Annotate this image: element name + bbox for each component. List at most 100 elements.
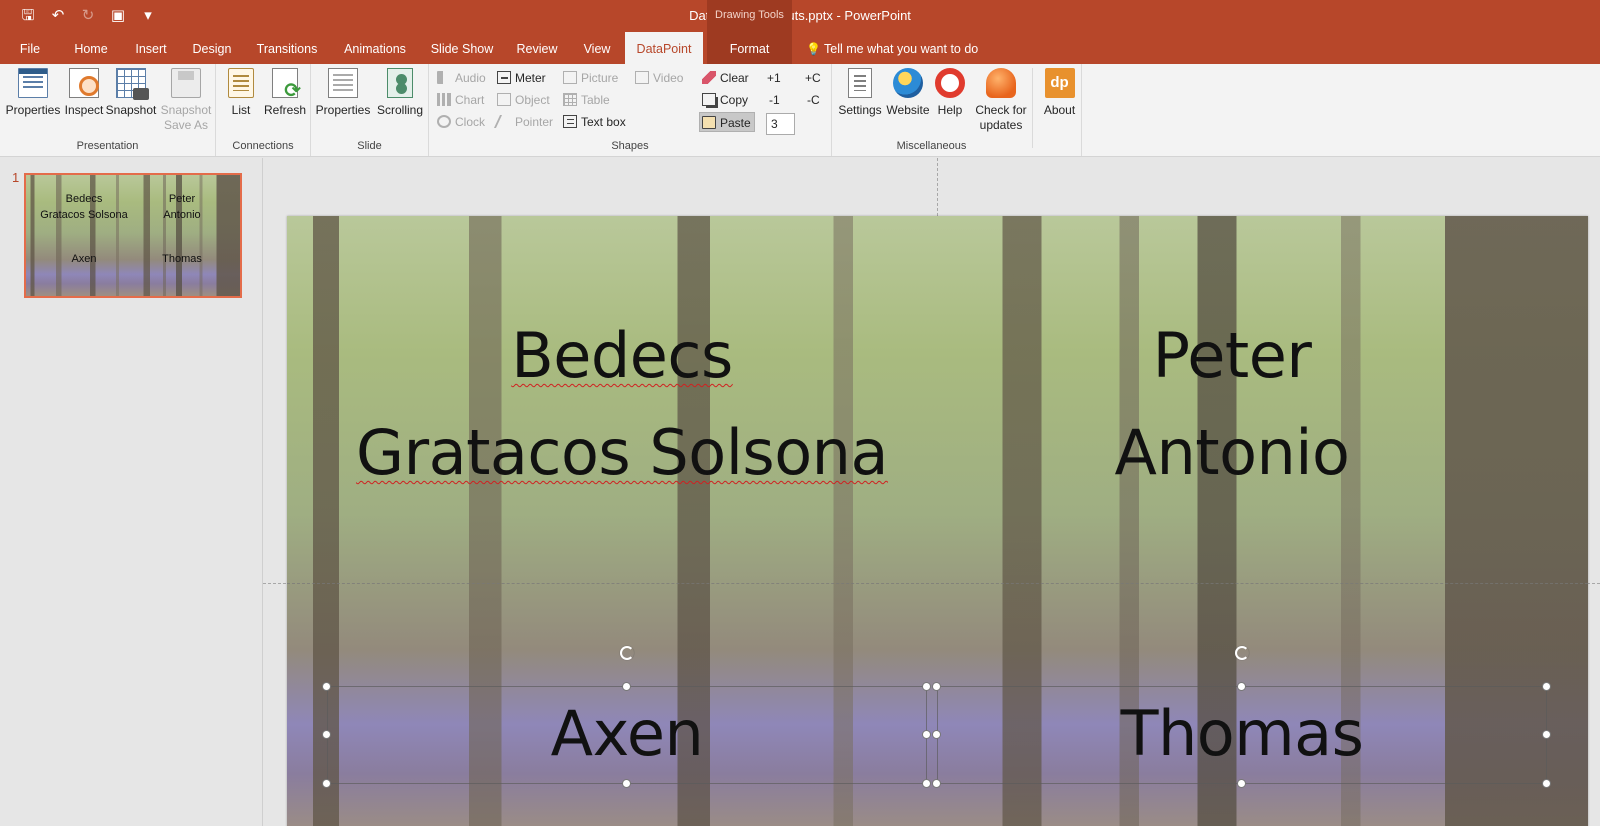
slide-thumbnail[interactable]: Bedecs Gratacos Solsona Peter Antonio Ax…	[24, 173, 242, 298]
button-label: Snapshot	[105, 103, 157, 117]
copy-icon	[702, 93, 716, 106]
snapshot-button[interactable]: Snapshot	[105, 68, 157, 117]
resize-handle[interactable]	[1542, 779, 1551, 788]
tab-design[interactable]: Design	[186, 32, 238, 64]
tab-view[interactable]: View	[574, 32, 620, 64]
textbox-bottom-left[interactable]: Axen	[377, 694, 877, 774]
meter-button[interactable]: Meter	[495, 68, 546, 88]
resize-handle[interactable]	[1542, 682, 1551, 691]
resize-handle[interactable]	[622, 779, 631, 788]
presentation-properties-button[interactable]: Properties	[4, 68, 62, 117]
chart-button[interactable]: Chart	[435, 90, 484, 110]
button-label: Refresh	[263, 103, 307, 117]
slide-canvas[interactable]: Bedecs Gratacos Solsona Peter Antonio Ax…	[287, 216, 1588, 826]
resize-handle[interactable]	[1542, 730, 1551, 739]
paste-button[interactable]: Paste	[699, 112, 755, 132]
check-updates-button[interactable]: Check for updates	[970, 68, 1032, 133]
settings-button[interactable]: Settings	[836, 68, 884, 117]
picture-icon	[563, 71, 577, 84]
increment-c-button[interactable]: +C	[805, 71, 821, 85]
refresh-icon	[272, 68, 301, 103]
list-icon	[228, 68, 254, 98]
settings-icon	[848, 68, 872, 98]
step-value-input[interactable]: 3	[766, 113, 795, 135]
inspect-icon	[69, 68, 99, 98]
increment-button[interactable]: +1	[767, 71, 781, 85]
tab-format[interactable]: Format	[707, 32, 792, 64]
object-button[interactable]: Object	[495, 90, 550, 110]
horizontal-guide	[287, 583, 1588, 584]
tab-animations[interactable]: Animations	[336, 32, 414, 64]
scrolling-button[interactable]: Scrolling	[373, 68, 427, 117]
tab-datapoint[interactable]: DataPoint	[625, 32, 703, 64]
resize-handle[interactable]	[932, 730, 941, 739]
list-button[interactable]: List	[224, 68, 258, 117]
dp-logo-icon: dp	[1044, 68, 1075, 98]
textbox-top-right-line2[interactable]: Antonio	[982, 413, 1482, 493]
resize-handle[interactable]	[322, 730, 331, 739]
textbox-bottom-right[interactable]: Thomas	[992, 694, 1492, 774]
textbox-top-left-line2[interactable]: Gratacos Solsona	[347, 413, 897, 493]
resize-handle[interactable]	[932, 779, 941, 788]
pointer-icon	[493, 115, 515, 128]
pointer-button[interactable]: Pointer	[493, 112, 554, 132]
snapshot-save-as-button[interactable]: Snapshot Save As	[158, 68, 214, 133]
resize-handle[interactable]	[922, 682, 931, 691]
resize-handle[interactable]	[922, 779, 931, 788]
resize-handle[interactable]	[322, 682, 331, 691]
rotate-handle-icon[interactable]	[1235, 646, 1249, 660]
button-label: Properties	[5, 103, 61, 117]
audio-button[interactable]: Audio	[435, 68, 486, 88]
table-button[interactable]: Table	[561, 90, 610, 110]
decrement-c-button[interactable]: -C	[807, 93, 820, 107]
speaker-icon	[437, 71, 451, 84]
resize-handle[interactable]	[1237, 779, 1246, 788]
picture-button[interactable]: Picture	[561, 68, 618, 88]
group-slide: Properties Scrolling Slide	[311, 64, 429, 156]
slide-thumbnail-panel: 1 Bedecs Gratacos Solsona Peter Antonio …	[0, 158, 263, 826]
tab-transitions[interactable]: Transitions	[250, 32, 324, 64]
button-label: Save As	[163, 118, 209, 132]
decrement-button[interactable]: -1	[769, 93, 780, 107]
tab-file[interactable]: File	[10, 32, 50, 64]
tab-review[interactable]: Review	[510, 32, 564, 64]
textbox-top-left-line1[interactable]: Bedecs	[372, 316, 872, 396]
refresh-button[interactable]: Refresh	[262, 68, 308, 117]
clear-button[interactable]: Clear	[700, 68, 749, 88]
button-label: Pointer	[515, 115, 554, 129]
tell-me-label: Tell me what you want to do	[824, 42, 979, 56]
update-icon	[986, 68, 1016, 98]
slide-properties-button[interactable]: Properties	[315, 68, 371, 117]
copy-button[interactable]: Copy	[700, 90, 748, 110]
website-button[interactable]: Website	[884, 68, 932, 117]
resize-handle[interactable]	[922, 730, 931, 739]
resize-handle[interactable]	[322, 779, 331, 788]
globe-icon	[893, 68, 923, 98]
resize-handle[interactable]	[1237, 682, 1246, 691]
scrolling-icon	[387, 68, 413, 98]
meter-icon	[497, 71, 511, 84]
chart-icon	[437, 93, 451, 106]
button-label: Snapshot	[160, 103, 212, 117]
tab-insert[interactable]: Insert	[126, 32, 176, 64]
button-label: Settings	[838, 103, 882, 117]
tab-home[interactable]: Home	[66, 32, 116, 64]
button-label: Clear	[720, 71, 749, 85]
about-button[interactable]: dp About	[1032, 68, 1082, 148]
inspect-button[interactable]: Inspect	[62, 68, 106, 117]
resize-handle[interactable]	[932, 682, 941, 691]
button-label: Paste	[720, 116, 751, 130]
clock-button[interactable]: Clock	[435, 112, 485, 132]
button-label: Help	[937, 103, 963, 117]
eraser-icon	[702, 71, 716, 84]
tell-me-search[interactable]: 💡 Tell me what you want to do	[806, 32, 978, 64]
textbox-top-right-line1[interactable]: Peter	[982, 316, 1482, 396]
video-button[interactable]: Video	[633, 68, 683, 88]
tab-slide-show[interactable]: Slide Show	[426, 32, 498, 64]
thumb-text: Bedecs	[65, 193, 103, 205]
help-button[interactable]: Help	[932, 68, 968, 117]
textbox-button[interactable]: Text box	[561, 112, 626, 132]
paste-icon	[702, 116, 716, 129]
rotate-handle-icon[interactable]	[620, 646, 634, 660]
resize-handle[interactable]	[622, 682, 631, 691]
